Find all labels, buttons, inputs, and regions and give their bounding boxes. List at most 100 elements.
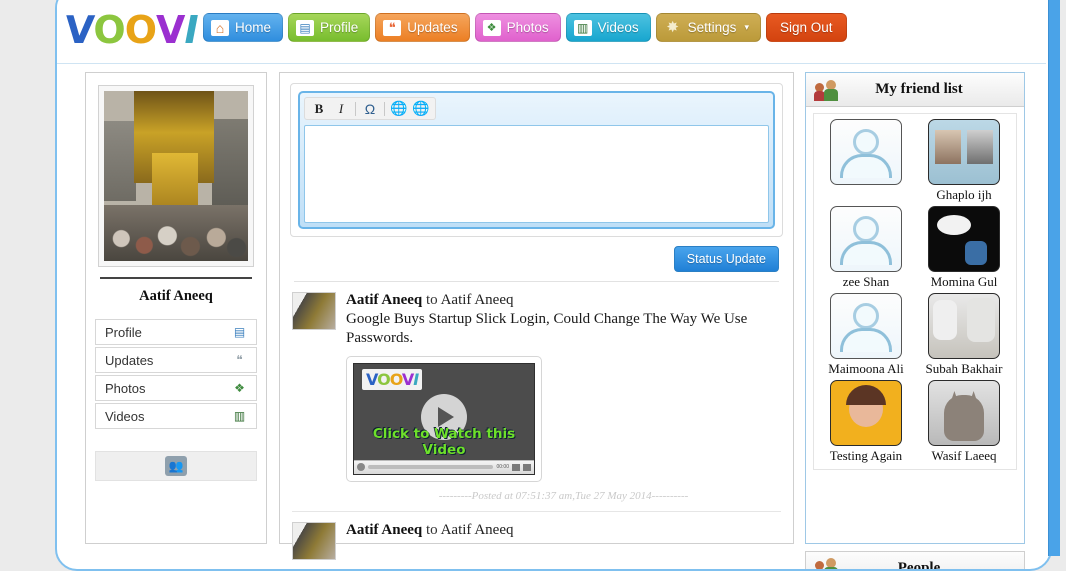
- logo-letter-1: V: [63, 8, 94, 52]
- video-player[interactable]: VOOVI Click to Watch this Video 00:00: [353, 363, 535, 475]
- friend-name: Momina Gul: [931, 274, 998, 291]
- friend-item[interactable]: [817, 119, 915, 204]
- friends-grid: Ghaplo ijh zee Shan Momina Gul Maimoona …: [813, 113, 1017, 470]
- toolbar-divider: [355, 102, 356, 116]
- feed-post: Aatif Aneeq to Aatif Aneeq: [292, 522, 781, 560]
- nav-home-button[interactable]: Home: [203, 13, 283, 42]
- film-icon: ▥: [232, 409, 247, 423]
- video-progress-bar[interactable]: [368, 465, 493, 469]
- play-control-icon[interactable]: [357, 463, 365, 471]
- nav-profile-label: Profile: [320, 20, 358, 35]
- film-icon: [574, 20, 592, 36]
- friends-panel-title: My friend list: [840, 81, 1016, 98]
- friends-panel: My friend list Ghaplo ijh zee Shan: [805, 72, 1025, 544]
- nav-signout-button[interactable]: Sign Out: [766, 13, 847, 42]
- video-watermark: VOOVI: [362, 369, 422, 390]
- friend-item[interactable]: zee Shan: [817, 206, 915, 291]
- nav-updates-label: Updates: [407, 20, 457, 35]
- feed-post: Aatif Aneeq to Aatif Aneeq Google Buys S…: [292, 292, 781, 502]
- friend-name: Maimoona Ali: [828, 361, 903, 378]
- bold-icon[interactable]: B: [309, 99, 329, 118]
- friend-item[interactable]: Testing Again: [817, 380, 915, 465]
- fullscreen-icon[interactable]: [523, 464, 531, 471]
- sidebar-group-box[interactable]: 👥: [95, 451, 257, 481]
- sidebar-item-videos[interactable]: Videos ▥: [95, 403, 257, 429]
- home-icon: [211, 20, 229, 36]
- italic-icon[interactable]: I: [331, 99, 351, 118]
- sidebar-item-videos-label: Videos: [105, 409, 145, 424]
- main-navigation: Home Profile Updates Photos Videos: [203, 13, 847, 42]
- post-author-name[interactable]: Aatif Aneeq: [346, 292, 422, 308]
- video-caption: Click to Watch this Video: [354, 426, 534, 458]
- sidebar-item-profile[interactable]: Profile ▤: [95, 319, 257, 345]
- friend-item[interactable]: Wasif Laeeq: [915, 380, 1013, 465]
- nav-settings-button[interactable]: Settings ▾: [656, 13, 761, 42]
- post-target-name[interactable]: Aatif Aneeq: [441, 522, 514, 538]
- post-divider: [292, 511, 781, 512]
- friend-item[interactable]: Ghaplo ijh: [915, 119, 1013, 204]
- nav-updates-button[interactable]: Updates: [375, 13, 469, 42]
- page-shell: VOOVI Home Profile Updates Photos: [55, 0, 1052, 571]
- special-character-icon[interactable]: Ω: [360, 99, 380, 118]
- post-connector: to: [422, 292, 440, 308]
- post-timestamp: ---------Posted at 07:51:37 am,Tue 27 Ma…: [346, 490, 781, 502]
- id-card-icon: [296, 20, 314, 36]
- friend-item[interactable]: Subah Bakhair: [915, 293, 1013, 378]
- sidebar-user-name: Aatif Aneeq: [100, 277, 252, 305]
- composer-frame: B I Ω 🌐 🌐: [298, 91, 775, 229]
- post-header: Aatif Aneeq to Aatif Aneeq: [346, 292, 781, 309]
- friend-avatar: [928, 380, 1000, 446]
- post-header: Aatif Aneeq to Aatif Aneeq: [346, 522, 781, 539]
- logo-letter-5: I: [184, 8, 197, 52]
- friend-item[interactable]: Maimoona Ali: [817, 293, 915, 378]
- profile-avatar-frame[interactable]: [98, 85, 254, 267]
- logo-letter-3: O: [125, 8, 156, 52]
- post-video-card[interactable]: VOOVI Click to Watch this Video 00:00: [346, 356, 542, 482]
- nav-photos-button[interactable]: Photos: [475, 13, 561, 42]
- composer-textarea[interactable]: [304, 125, 769, 223]
- group-chat-icon: 👥: [165, 456, 187, 476]
- friend-avatar: [928, 293, 1000, 359]
- people-panel-header: People: [805, 551, 1025, 571]
- video-controls[interactable]: 00:00: [354, 460, 534, 474]
- sidebar-item-updates[interactable]: Updates ❝: [95, 347, 257, 373]
- composer-toolbar: B I Ω 🌐 🌐: [304, 97, 436, 120]
- page-body: Aatif Aneeq Profile ▤ Updates ❝ Photos ❖: [57, 65, 1050, 544]
- friends-panel-header: My friend list: [806, 73, 1024, 107]
- sidebar-item-updates-label: Updates: [105, 353, 153, 368]
- insert-link-icon[interactable]: 🌐: [389, 99, 409, 118]
- post-author-avatar[interactable]: [292, 522, 336, 560]
- logo-letter-4: V: [156, 8, 184, 52]
- friend-avatar: [928, 206, 1000, 272]
- nav-signout-label: Sign Out: [780, 20, 833, 35]
- generic-user-avatar: [830, 293, 902, 359]
- friend-item[interactable]: Momina Gul: [915, 206, 1013, 291]
- post-author-avatar[interactable]: [292, 292, 336, 330]
- friend-name: Testing Again: [830, 448, 902, 465]
- site-logo[interactable]: VOOVI: [65, 8, 198, 52]
- friend-name: Subah Bakhair: [926, 361, 1003, 378]
- volume-icon[interactable]: [512, 464, 520, 471]
- nav-profile-button[interactable]: Profile: [288, 13, 370, 42]
- sidebar-menu: Profile ▤ Updates ❝ Photos ❖ Videos ▥: [95, 319, 257, 429]
- nav-settings-label: Settings: [688, 20, 737, 35]
- nav-videos-button[interactable]: Videos: [566, 13, 651, 42]
- people-icon: [814, 557, 840, 571]
- site-header: VOOVI Home Profile Updates Photos: [57, 2, 1050, 64]
- sidebar-item-photos[interactable]: Photos ❖: [95, 375, 257, 401]
- post-author-name[interactable]: Aatif Aneeq: [346, 522, 422, 538]
- status-update-button[interactable]: Status Update: [674, 246, 779, 272]
- friend-name: zee Shan: [843, 274, 890, 291]
- post-connector: to: [422, 522, 440, 538]
- nav-videos-label: Videos: [598, 20, 639, 35]
- post-target-name[interactable]: Aatif Aneeq: [441, 292, 514, 308]
- speech-bubbles-icon: ❝: [232, 353, 247, 367]
- unlink-icon[interactable]: 🌐: [411, 99, 431, 118]
- logo-letter-2: O: [93, 8, 124, 52]
- photo-icon: [483, 20, 501, 36]
- generic-user-avatar: [830, 119, 902, 185]
- scrollbar-thumb[interactable]: [1048, 0, 1060, 556]
- people-panel-title: People: [840, 560, 1016, 571]
- sidebar-item-profile-label: Profile: [105, 325, 142, 340]
- friend-name: Ghaplo ijh: [936, 187, 991, 204]
